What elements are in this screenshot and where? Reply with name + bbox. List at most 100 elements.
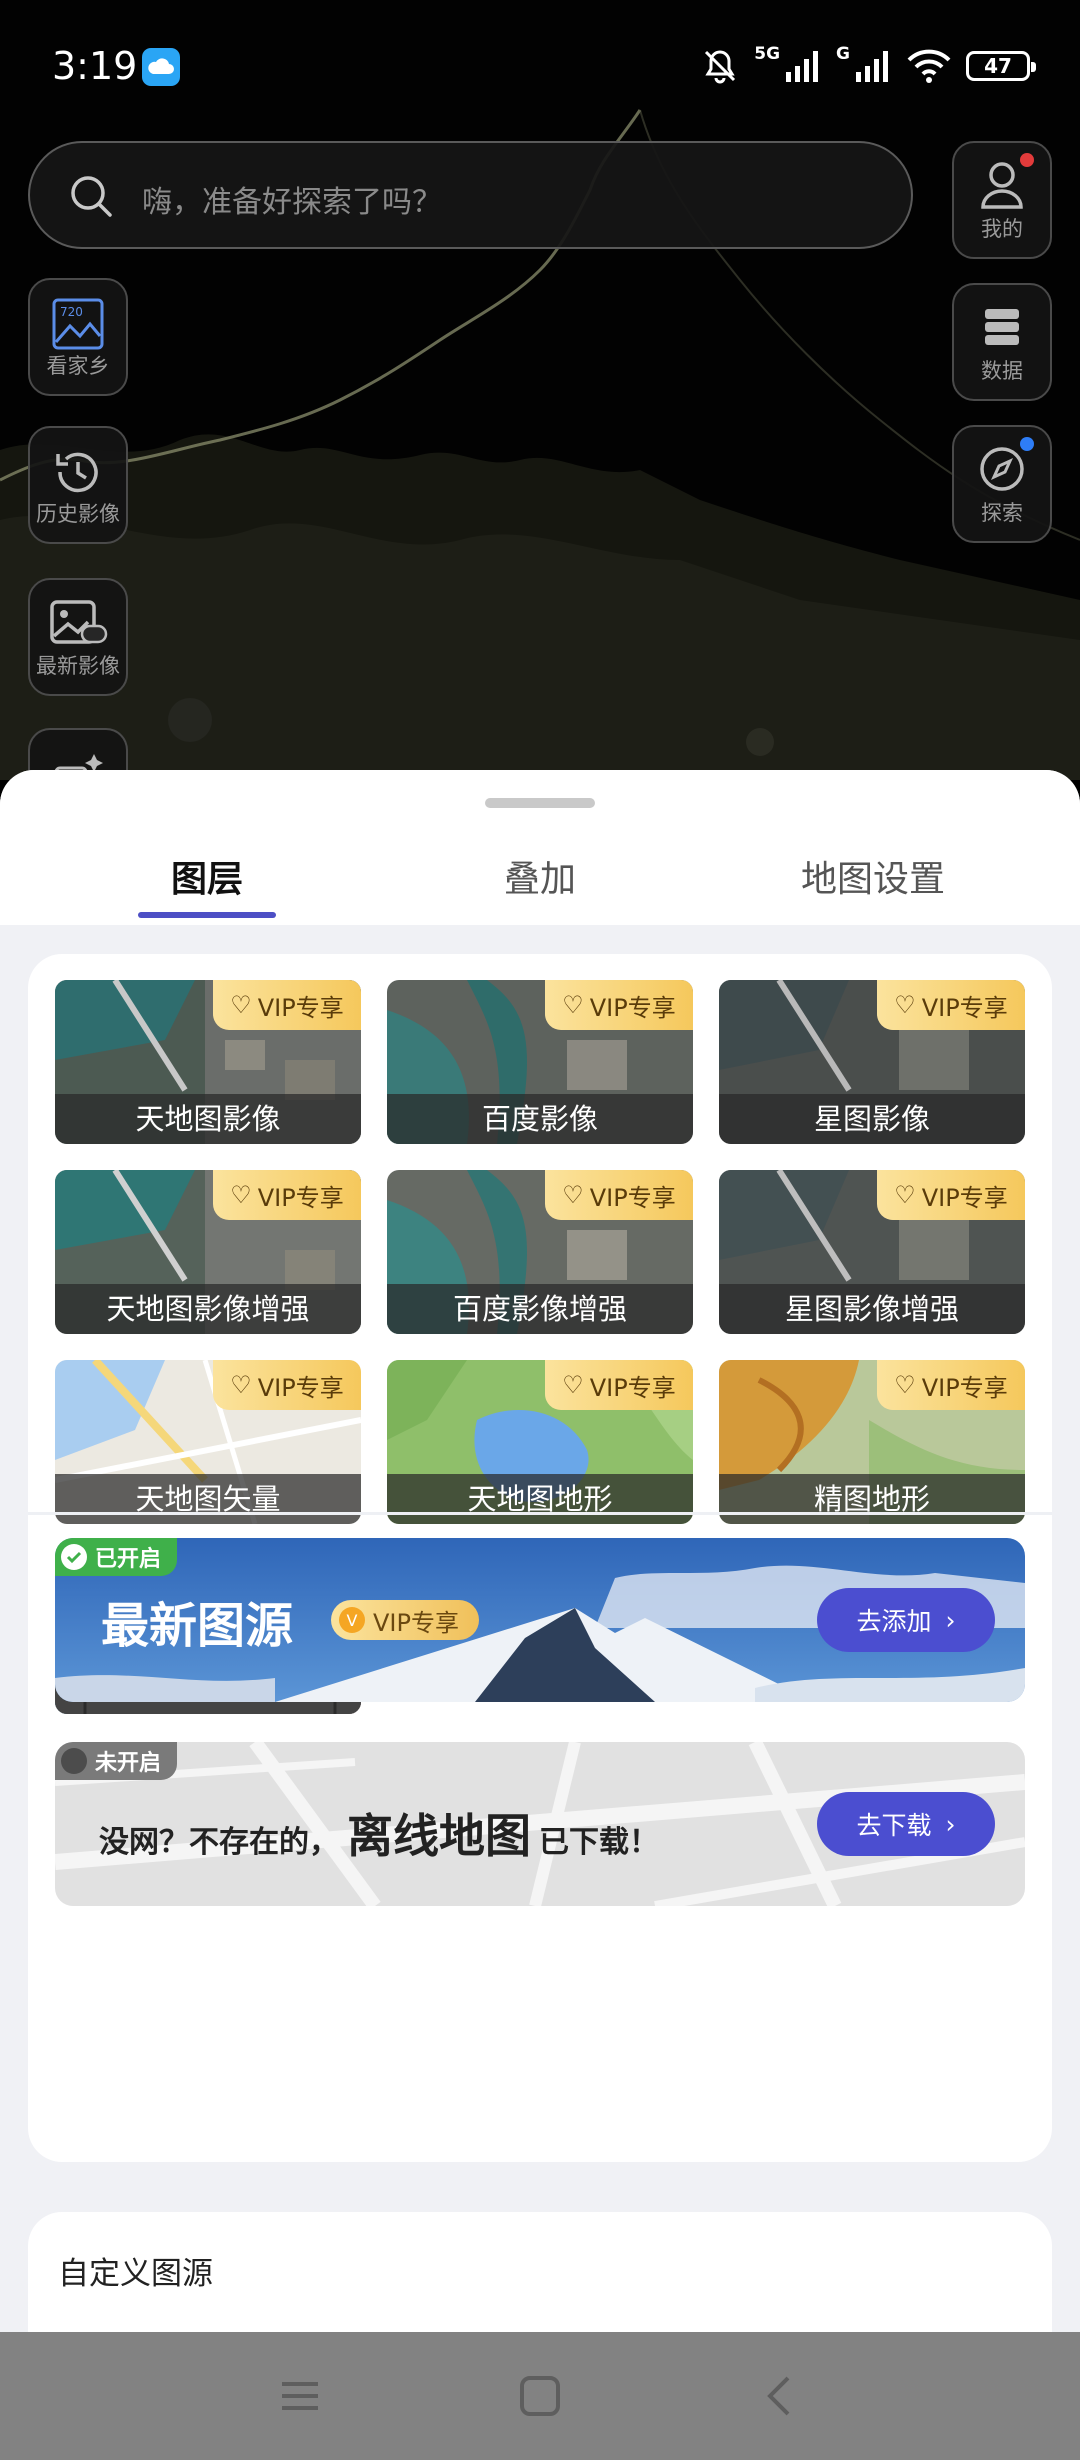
layer-tile-jingtu-terrain[interactable]: ♡ VIP专享 精图地形 — [719, 1360, 1025, 1524]
latest-source-banner[interactable]: 已开启 最新图源 V VIP专享 去添加 › — [55, 1538, 1025, 1702]
battery-level: 47 — [984, 54, 1012, 78]
layer-name: 天地图影像增强 — [55, 1284, 361, 1334]
promo-text-2: 离线地图 — [347, 1809, 531, 1863]
wifi-icon — [907, 49, 951, 83]
network-5g-label: 5G — [754, 44, 781, 64]
vip-label: VIP专享 — [921, 1373, 1008, 1402]
vip-label: VIP专享 — [589, 1183, 676, 1212]
panorama-hometown-button[interactable]: 720 看家乡 — [28, 278, 128, 396]
status-icons: 5G G 47 — [700, 44, 1036, 88]
chevron-right-icon: › — [945, 1605, 956, 1635]
status-bar: 3:19 5G G 47 — [0, 0, 1080, 130]
section-divider — [28, 1512, 1052, 1515]
compass-icon — [980, 447, 1024, 491]
layer-tile-baidu-satellite-enhanced[interactable]: ♡ VIP专享 百度影像增强 — [387, 1170, 693, 1334]
vip-badge: ♡ VIP专享 — [877, 1170, 1025, 1220]
vip-badge: ♡ VIP专享 — [877, 980, 1025, 1030]
explore-label: 探索 — [981, 501, 1023, 525]
layer-tile-tianditu-satellite[interactable]: ♡ VIP专享 天地图影像 — [55, 980, 361, 1144]
drag-handle[interactable] — [485, 798, 595, 808]
layer-name: 星图影像 — [719, 1094, 1025, 1144]
tab-map-settings[interactable]: 地图设置 — [723, 850, 1023, 902]
battery-indicator: 47 — [966, 51, 1036, 81]
svg-text:720: 720 — [60, 305, 83, 319]
layer-tile-startmap-satellite-enhanced[interactable]: ♡ VIP专享 星图影像增强 — [719, 1170, 1025, 1334]
offline-promo-text: 没网？不存在的， 离线地图 已下载！ — [99, 1800, 659, 1866]
diamond-icon: ♡ — [894, 991, 916, 1019]
latest-imagery-label: 最新影像 — [36, 654, 120, 678]
user-icon — [981, 162, 1023, 209]
bell-muted-icon — [705, 50, 736, 84]
layer-tile-startmap-satellite[interactable]: ♡ VIP专享 星图影像 — [719, 980, 1025, 1144]
vip-badge: ♡ VIP专享 — [213, 1170, 361, 1220]
layer-name: 天地图地形 — [387, 1474, 693, 1524]
diamond-icon: ♡ — [562, 1371, 584, 1399]
vip-badge: ♡ VIP专享 — [545, 980, 693, 1030]
vip-badge: ♡ VIP专享 — [545, 1360, 693, 1410]
history-clock-icon — [56, 452, 98, 493]
vip-label: VIP专享 — [257, 1183, 344, 1212]
layer-name: 星图影像增强 — [719, 1284, 1025, 1334]
custom-source-title: 自定义图源 — [58, 2256, 213, 2292]
sheet-header: 图层 叠加 地图设置 — [0, 770, 1080, 925]
explore-notification-dot — [1020, 437, 1034, 451]
vip-label: VIP专享 — [257, 1373, 344, 1402]
badge-label: 已开启 — [95, 1547, 162, 1572]
latest-imagery-button[interactable]: 最新影像 — [28, 578, 128, 696]
status-time: 3:19 — [52, 44, 138, 88]
diamond-icon: ♡ — [894, 1181, 916, 1209]
download-offline-label: 去下载 — [856, 1811, 932, 1840]
profile-notification-dot — [1020, 153, 1034, 167]
chevron-right-icon: › — [945, 1809, 956, 1839]
layer-name: 百度影像 — [387, 1094, 693, 1144]
tab-overlay[interactable]: 叠加 — [390, 850, 690, 902]
explore-button[interactable]: 探索 — [952, 425, 1052, 543]
vip-badge: ♡ VIP专享 — [545, 1170, 693, 1220]
layer-tile-tianditu-terrain[interactable]: ♡ VIP专享 天地图地形 — [387, 1360, 693, 1524]
off-dot-icon — [61, 1748, 87, 1774]
status-badge-enabled: 已开启 — [55, 1538, 178, 1576]
diamond-icon: ♡ — [230, 1181, 252, 1209]
promo-text-1: 没网？不存在的， — [99, 1825, 339, 1860]
diamond-icon: ♡ — [230, 1371, 252, 1399]
profile-button[interactable]: 我的 — [952, 141, 1052, 259]
layer-tile-tianditu-satellite-enhanced[interactable]: ♡ VIP专享 天地图影像增强 — [55, 1170, 361, 1334]
home-icon[interactable] — [518, 2374, 562, 2418]
vip-label: VIP专享 — [589, 993, 676, 1022]
status-badge-disabled: 未开启 — [55, 1742, 178, 1780]
custom-source-section[interactable]: 自定义图源 — [28, 2212, 1052, 2332]
vip-label: VIP专享 — [589, 1373, 676, 1402]
signal-icon — [856, 51, 888, 82]
vip-label: VIP专享 — [921, 993, 1008, 1022]
history-imagery-button[interactable]: 历史影像 — [28, 426, 128, 544]
tab-layers[interactable]: 图层 — [57, 850, 357, 902]
profile-label: 我的 — [981, 217, 1023, 241]
vip-label: VIP专享 — [373, 1608, 459, 1637]
add-source-label: 去添加 — [856, 1607, 932, 1636]
panorama-hometown-label: 看家乡 — [46, 354, 110, 378]
add-source-button[interactable]: 去添加 › — [817, 1588, 995, 1652]
vip-label: VIP专享 — [257, 993, 344, 1022]
diamond-icon: ♡ — [894, 1371, 916, 1399]
layer-tile-baidu-satellite[interactable]: ♡ VIP专享 百度影像 — [387, 980, 693, 1144]
back-icon[interactable] — [758, 2374, 802, 2418]
vip-crown-icon: V — [339, 1607, 365, 1633]
download-offline-button[interactable]: 去下载 › — [817, 1792, 995, 1856]
layer-name: 天地图矢量 — [55, 1474, 361, 1524]
data-button[interactable]: 数据 — [952, 283, 1052, 401]
menu-icon[interactable] — [278, 2374, 322, 2418]
database-icon — [985, 309, 1019, 345]
check-icon — [61, 1544, 87, 1570]
search-bar[interactable]: 嗨，准备好探索了吗？ — [28, 141, 913, 249]
offline-map-banner[interactable]: 未开启 没网？不存在的， 离线地图 已下载！ 去下载 › — [55, 1742, 1025, 1906]
data-label: 数据 — [981, 359, 1023, 383]
panorama-720-icon: 720 — [52, 298, 104, 350]
banner-title: 最新图源 — [101, 1598, 294, 1654]
network-g-label: G — [836, 44, 850, 64]
vip-badge: ♡ VIP专享 — [213, 980, 361, 1030]
search-icon — [71, 176, 112, 217]
new-image-icon — [50, 600, 108, 644]
layer-sheet: 图层 叠加 地图设置 ♡ VIP专享 天地图影像 ♡ VIP专享 百度影像 ♡ … — [0, 770, 1080, 2332]
active-tab-indicator — [138, 912, 276, 918]
layer-tile-tianditu-vector[interactable]: ♡ VIP专享 天地图矢量 — [55, 1360, 361, 1524]
